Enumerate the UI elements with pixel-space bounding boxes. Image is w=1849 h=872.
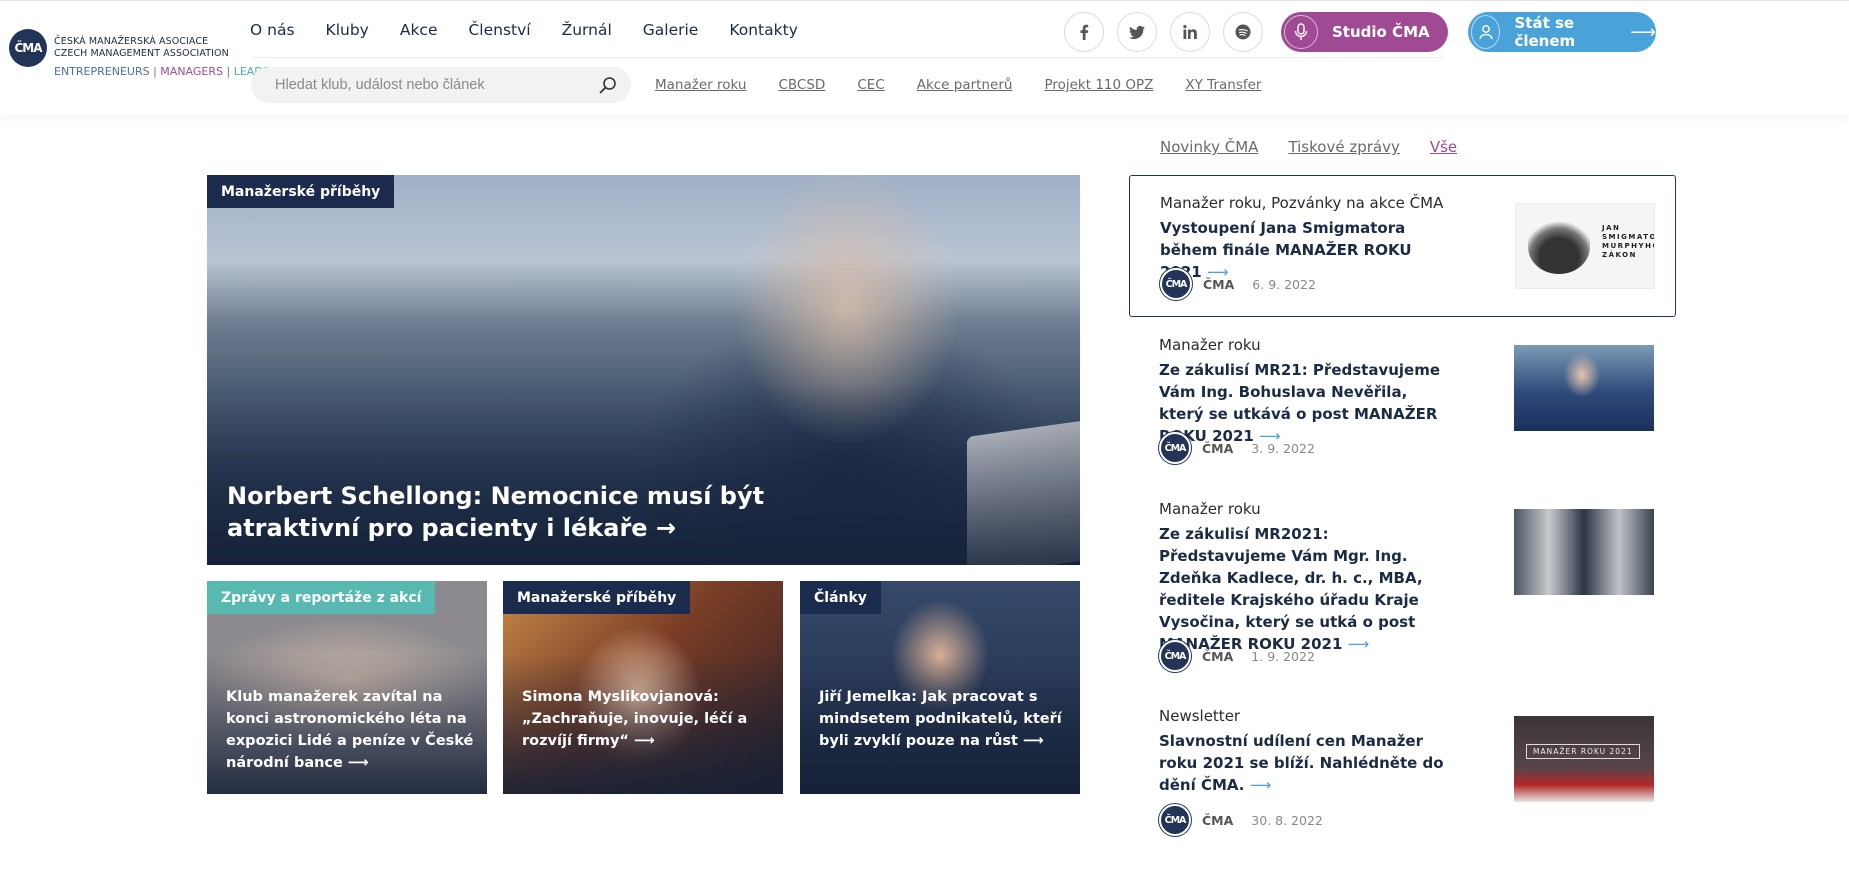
news-item[interactable]: Newsletter Slavnostní udílení cen Manaže… <box>1129 692 1676 842</box>
card-category-tag[interactable]: Manažerské příběhy <box>503 581 691 614</box>
news-date: 30. 8. 2022 <box>1251 812 1323 828</box>
news-category[interactable]: Manažer roku <box>1159 336 1261 354</box>
news-title[interactable]: Ze zákulisí MR2021: Představujeme Vám Mg… <box>1159 523 1449 655</box>
tab-novinky-cma[interactable]: Novinky ČMA <box>1160 138 1258 156</box>
card-category-tag[interactable]: Články <box>800 581 881 614</box>
studio-cma-button[interactable]: Studio ČMA <box>1281 12 1448 52</box>
subnav-item-manazer-roku[interactable]: Manažer roku <box>655 77 746 93</box>
become-member-label: Stát se členem <box>1514 14 1576 50</box>
news-title-text: Ze zákulisí MR2021: Představujeme Vám Mg… <box>1159 525 1423 653</box>
logo-tagline: ENTREPRENEURS | MANAGERS | LEADERS <box>54 65 284 78</box>
news-category[interactable]: Newsletter <box>1159 707 1240 725</box>
cma-logo[interactable]: ČMA ČESKÁ MANAŽERSKÁ ASOCIACE CZECH MANA… <box>9 29 284 89</box>
news-item[interactable]: Manažer roku, Pozvánky na akce ČMA Vysto… <box>1129 175 1676 317</box>
news-meta: ČMA ČMA 30. 8. 2022 <box>1159 804 1323 836</box>
subnav-item-cbcsd[interactable]: CBCSD <box>778 77 825 93</box>
tab-vse[interactable]: Vše <box>1430 138 1457 156</box>
main-navigation: O nás Kluby Akce Členství Žurnál Galerie… <box>250 21 829 39</box>
article-card[interactable]: Manažerské příběhy Simona Myslikovjanová… <box>503 581 783 794</box>
news-category[interactable]: Manažer roku, Pozvánky na akce ČMA <box>1160 194 1443 212</box>
thumbnail-caption: MANAŽER ROKU 2021 <box>1526 744 1640 759</box>
search-input[interactable] <box>251 67 581 103</box>
nav-item-clenstvi[interactable]: Členství <box>468 21 530 39</box>
news-item[interactable]: Manažer roku Ze zákulisí MR2021: Předsta… <box>1129 484 1676 694</box>
author-avatar: ČMA <box>1159 432 1191 464</box>
user-icon <box>1471 15 1501 49</box>
site-header: ČMA ČESKÁ MANAŽERSKÁ ASOCIACE CZECH MANA… <box>0 0 1849 115</box>
logo-mark: ČMA <box>9 29 47 67</box>
nav-item-o-nas[interactable]: O nás <box>250 21 295 39</box>
news-author: ČMA <box>1202 440 1234 456</box>
subnav-item-cec[interactable]: CEC <box>857 77 884 93</box>
news-thumbnail[interactable]: JAN SMIGMATOR MURPHYHO ZÁKON <box>1515 203 1655 289</box>
logo-entrepreneurs: ENTREPRENEURS <box>54 65 150 78</box>
arrow-right-icon: ⟶ <box>1249 776 1272 794</box>
logo-separator: | <box>153 65 157 78</box>
logo-managers: MANAGERS <box>160 65 223 78</box>
header-divider <box>252 57 1444 58</box>
author-avatar: ČMA <box>1159 804 1191 836</box>
news-author: ČMA <box>1202 648 1234 664</box>
logo-line-czech: ČESKÁ MANAŽERSKÁ ASOCIACE <box>54 36 209 47</box>
news-date: 3. 9. 2022 <box>1251 440 1315 456</box>
studio-cma-label: Studio ČMA <box>1332 23 1430 41</box>
news-meta: ČMA ČMA 1. 9. 2022 <box>1159 640 1315 672</box>
news-thumbnail[interactable] <box>1514 345 1654 431</box>
facebook-icon[interactable] <box>1064 12 1104 52</box>
author-avatar: ČMA <box>1159 640 1191 672</box>
card-title[interactable]: Simona Myslikovjanová: „Zachraňuje, inov… <box>522 686 772 752</box>
become-member-button[interactable]: Stát se členem ⟶ <box>1468 12 1656 52</box>
article-card[interactable]: Zprávy a reportáže z akcí Klub manažerek… <box>207 581 487 794</box>
news-title[interactable]: Slavnostní udílení cen Manažer roku 2021… <box>1159 730 1459 796</box>
news-category[interactable]: Manažer roku <box>1159 500 1261 518</box>
arrow-right-icon: ⟶ <box>1630 21 1656 43</box>
nav-item-zurnal[interactable]: Žurnál <box>562 21 612 39</box>
article-card[interactable]: Články Jiří Jemelka: Jak pracovat s mind… <box>800 581 1080 794</box>
secondary-navigation: Manažer roku CBCSD CEC Akce partnerů Pro… <box>655 77 1293 93</box>
news-thumbnail[interactable] <box>1514 509 1654 595</box>
arrow-right-icon: ⟶ <box>1347 635 1370 653</box>
nav-item-akce[interactable]: Akce <box>400 21 438 39</box>
featured-category-tag[interactable]: Manažerské příběhy <box>207 175 395 208</box>
thumbnail-caption: JAN SMIGMATOR MURPHYHO ZÁKON <box>1602 224 1655 259</box>
card-title[interactable]: Klub manažerek zavítal na konci astronom… <box>226 686 476 774</box>
news-meta: ČMA ČMA 6. 9. 2022 <box>1160 268 1316 300</box>
subnav-item-xy-transfer[interactable]: XY Transfer <box>1185 77 1261 93</box>
news-author: ČMA <box>1203 276 1235 292</box>
nav-item-kontakty[interactable]: Kontakty <box>729 21 798 39</box>
author-avatar: ČMA <box>1160 268 1192 300</box>
nav-item-galerie[interactable]: Galerie <box>643 21 699 39</box>
illustration-face-icon <box>1528 220 1590 274</box>
spotify-icon[interactable] <box>1223 12 1263 52</box>
twitter-icon[interactable] <box>1117 12 1157 52</box>
news-date: 6. 9. 2022 <box>1252 276 1316 292</box>
logo-line-english: CZECH MANAGEMENT ASSOCIATION <box>54 48 229 59</box>
news-title-text: Slavnostní udílení cen Manažer roku 2021… <box>1159 732 1444 794</box>
linkedin-icon[interactable] <box>1170 12 1210 52</box>
news-tabs: Novinky ČMA Tiskové zprávy Vše <box>1160 138 1487 156</box>
news-thumbnail[interactable]: MANAŽER ROKU 2021 <box>1514 716 1654 802</box>
news-date: 1. 9. 2022 <box>1251 648 1315 664</box>
featured-article[interactable]: Manažerské příběhy Norbert Schellong: Ne… <box>207 175 1080 565</box>
news-author: ČMA <box>1202 812 1234 828</box>
social-links <box>1064 12 1263 52</box>
logo-separator: | <box>226 65 231 78</box>
subnav-item-projekt-110-opz[interactable]: Projekt 110 OPZ <box>1044 77 1153 93</box>
card-title[interactable]: Jiří Jemelka: Jak pracovat s mindsetem p… <box>819 686 1069 752</box>
search-box <box>251 67 631 103</box>
tab-tiskove-zpravy[interactable]: Tiskové zprávy <box>1288 138 1399 156</box>
featured-article-title[interactable]: Norbert Schellong: Nemocnice musí být at… <box>227 480 787 544</box>
nav-item-kluby[interactable]: Kluby <box>326 21 369 39</box>
microphone-icon <box>1284 15 1318 49</box>
search-icon[interactable] <box>599 76 617 94</box>
card-category-tag[interactable]: Zprávy a reportáže z akcí <box>207 581 436 614</box>
news-item[interactable]: Manažer roku Ze zákulisí MR21: Představu… <box>1129 320 1676 495</box>
news-meta: ČMA ČMA 3. 9. 2022 <box>1159 432 1315 464</box>
subnav-item-akce-partneru[interactable]: Akce partnerů <box>917 77 1013 93</box>
